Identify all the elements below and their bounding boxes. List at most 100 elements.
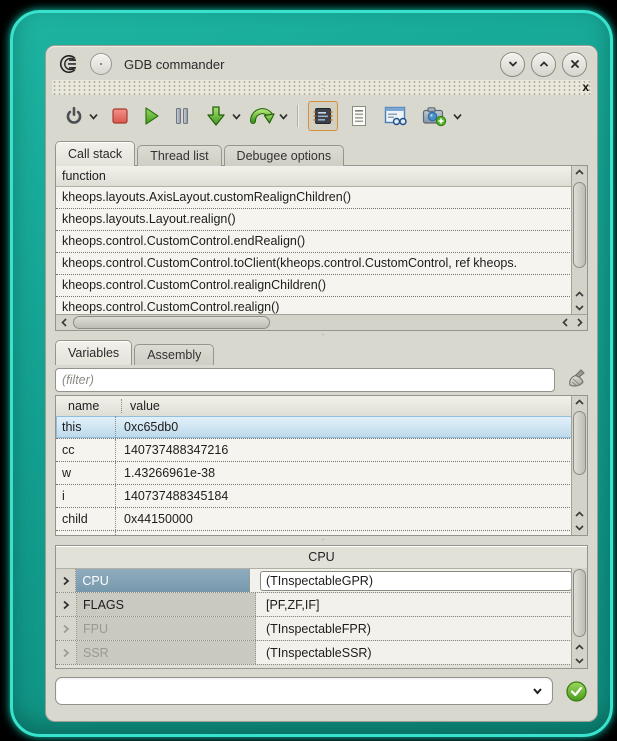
window-title: GDB commander xyxy=(124,57,494,72)
scroll-buttons[interactable] xyxy=(572,288,587,314)
callstack-row[interactable]: kheops.control.CustomControl.toClient(kh… xyxy=(56,253,572,275)
tab-thread-list[interactable]: Thread list xyxy=(137,145,221,166)
execute-command-button[interactable] xyxy=(565,680,588,703)
scrollbar-thumb[interactable] xyxy=(73,316,270,329)
variables-rows: this 0xc65db0 cc 140737488347216 w 1.432… xyxy=(56,416,572,535)
cpu-value-editor[interactable] xyxy=(260,571,572,591)
variable-row[interactable]: child 0x44150000 xyxy=(56,508,572,531)
variable-row[interactable]: i 140737488345184 xyxy=(56,485,572,508)
callstack-row[interactable]: kheops.layouts.AxisLayout.customRealignC… xyxy=(56,187,572,209)
variables-panel: name value this 0xc65db0 cc 140737488347… xyxy=(55,395,588,536)
pause-button[interactable] xyxy=(169,102,195,130)
toolbar-separator xyxy=(297,105,298,127)
callstack-tabbar: Call stack Thread list Debugee options xyxy=(55,141,597,166)
scroll-buttons[interactable] xyxy=(572,641,587,667)
window-menu-button[interactable] xyxy=(90,53,112,75)
close-button[interactable] xyxy=(562,52,587,77)
callstack-row[interactable]: kheops.layouts.Layout.realign() xyxy=(56,209,572,231)
stop-button[interactable] xyxy=(107,102,133,130)
callstack-horizontal-scrollbar[interactable] xyxy=(56,314,587,330)
cpu-rows: CPU FLAGS [PF,ZF,IF] FPU (TInspectableFP… xyxy=(56,568,572,668)
variable-row[interactable]: cc 140737488347216 xyxy=(56,439,572,462)
expander-icon[interactable] xyxy=(56,569,76,592)
snapshot-icon xyxy=(421,105,447,127)
gdb-commander-window: GDB commander : x xyxy=(46,46,597,721)
watchpoints-icon xyxy=(383,105,407,127)
cpu-panel: CPU CPU FLAGS [PF,ZF,IF] xyxy=(55,545,588,669)
stop-icon xyxy=(110,106,130,126)
dock-drag-handle[interactable]: : x xyxy=(52,80,591,95)
cpu-row[interactable]: SSR (TInspectableSSR) xyxy=(56,641,572,665)
filter-row xyxy=(55,367,588,393)
command-input[interactable] xyxy=(62,680,522,702)
callstack-row[interactable]: kheops.control.CustomControl.realignChil… xyxy=(56,275,572,297)
shade-down-button[interactable] xyxy=(500,52,525,77)
step-over-dropdown[interactable] xyxy=(278,111,291,122)
dock-handle-dots: : xyxy=(322,84,325,88)
run-icon xyxy=(140,105,162,127)
callstack-column-header[interactable]: function xyxy=(56,166,572,187)
scroll-buttons[interactable] xyxy=(572,508,587,534)
power-button[interactable] xyxy=(60,102,88,130)
splitter-handle[interactable]: · xyxy=(46,536,597,545)
scroll-left-icon[interactable] xyxy=(558,315,572,329)
snapshot-button[interactable] xyxy=(418,102,450,130)
shade-up-button[interactable] xyxy=(531,52,556,77)
step-into-dropdown[interactable] xyxy=(231,111,244,122)
variable-row[interactable]: b 1.43266961e-38 xyxy=(56,531,572,535)
expander-icon[interactable] xyxy=(56,593,77,616)
callstack-panel: function kheops.layouts.AxisLayout.custo… xyxy=(55,165,588,331)
callstack-row[interactable]: kheops.control.CustomControl.endRealign(… xyxy=(56,231,572,253)
tab-debugee-options[interactable]: Debugee options xyxy=(224,145,345,166)
scrollbar-thumb[interactable] xyxy=(573,411,586,475)
column-header-value[interactable]: value xyxy=(122,399,572,413)
event-log-icon xyxy=(349,105,369,127)
callstack-rows: kheops.layouts.AxisLayout.customRealignC… xyxy=(56,187,572,319)
tab-assembly[interactable]: Assembly xyxy=(134,344,214,365)
app-logo-icon xyxy=(58,54,82,74)
snapshot-dropdown[interactable] xyxy=(452,111,465,122)
power-dropdown[interactable] xyxy=(88,111,101,122)
cpu-row[interactable]: CPU xyxy=(56,569,572,593)
scroll-up-icon[interactable] xyxy=(572,166,587,179)
column-header-name[interactable]: name xyxy=(62,399,122,413)
titlebar[interactable]: GDB commander xyxy=(46,46,597,79)
broom-icon xyxy=(565,367,591,393)
cpu-view-button[interactable] xyxy=(308,101,338,131)
scroll-right-icon[interactable] xyxy=(572,315,586,329)
scrollbar-thumb[interactable] xyxy=(573,182,586,268)
event-log-button[interactable] xyxy=(346,102,372,130)
cpu-row[interactable]: FPU (TInspectableFPR) xyxy=(56,617,572,641)
variables-column-headers[interactable]: name value xyxy=(56,396,572,417)
debug-toolbar xyxy=(46,99,597,133)
callstack-vertical-scrollbar[interactable] xyxy=(571,166,587,315)
run-button[interactable] xyxy=(137,102,165,130)
step-over-icon xyxy=(249,104,275,128)
tab-call-stack[interactable]: Call stack xyxy=(55,141,135,166)
filter-input[interactable] xyxy=(55,368,555,392)
combo-dropdown-icon[interactable] xyxy=(531,685,544,697)
command-combobox[interactable] xyxy=(55,677,553,705)
scrollbar-thumb[interactable] xyxy=(573,569,586,637)
step-into-button[interactable] xyxy=(201,102,231,130)
expander-icon[interactable] xyxy=(56,617,77,640)
variable-row[interactable]: w 1.43266961e-38 xyxy=(56,462,572,485)
variables-vertical-scrollbar[interactable] xyxy=(571,396,587,535)
cpu-vertical-scrollbar[interactable] xyxy=(571,568,587,668)
cpu-row[interactable]: FLAGS [PF,ZF,IF] xyxy=(56,593,572,617)
clear-filter-button[interactable] xyxy=(565,367,591,393)
cpu-panel-title: CPU xyxy=(56,546,587,567)
step-over-button[interactable] xyxy=(246,102,278,130)
variable-row[interactable]: this 0xc65db0 xyxy=(56,416,572,439)
check-icon xyxy=(565,680,588,703)
command-row xyxy=(55,677,588,705)
dock-close-icon[interactable]: x xyxy=(582,80,589,95)
expander-icon[interactable] xyxy=(56,641,77,664)
step-into-icon xyxy=(204,104,228,128)
watchpoints-button[interactable] xyxy=(380,102,410,130)
splitter-handle[interactable]: · xyxy=(46,331,597,340)
scroll-up-icon[interactable] xyxy=(572,396,587,409)
tab-variables[interactable]: Variables xyxy=(55,340,132,365)
scroll-left-icon[interactable] xyxy=(57,315,71,329)
power-icon xyxy=(63,105,85,127)
